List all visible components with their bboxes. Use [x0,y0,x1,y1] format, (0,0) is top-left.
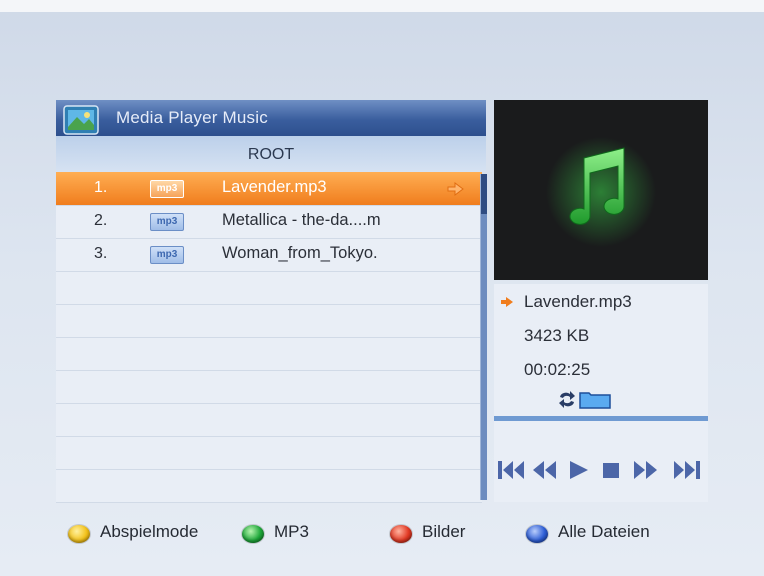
color-key-legend: Abspielmode MP3 Bilder Alle Dateien [56,510,708,554]
yellow-key-label: Abspielmode [100,522,199,541]
mp3-file-icon: mp3 [150,180,184,198]
current-path: ROOT [247,146,295,163]
blue-button-icon [526,525,548,543]
play-icon[interactable] [566,458,590,482]
info-divider [494,416,708,421]
empty-row [56,436,482,470]
path-bar: ROOT [56,136,486,172]
file-list: 1. mp3 Lavender.mp3 2. mp3 Metallica - t… [56,172,482,503]
preview-pane [494,100,708,280]
green-button-icon [242,525,264,543]
media-app-icon [63,105,99,135]
empty-row [56,469,482,503]
scrollbar-thumb[interactable] [481,174,487,214]
file-name: Lavender.mp3 [222,178,327,196]
mp3-file-icon: mp3 [150,246,184,264]
file-row[interactable]: 1. mp3 Lavender.mp3 [56,172,482,206]
file-number: 3. [94,245,108,262]
info-filesize: 3423 KB [524,326,590,345]
repeat-folder-icon [559,391,611,409]
top-band [0,0,764,12]
info-duration: 00:02:25 [524,360,591,379]
blue-key-label: Alle Dateien [558,522,650,541]
red-key-label: Bilder [422,522,466,541]
media-player-panel: Media Player Music ROOT 1. mp3 Lavender.… [56,100,708,543]
music-note-icon [546,137,656,247]
stop-icon[interactable] [600,458,622,482]
file-name: Woman_from_Tokyo. [222,244,378,262]
empty-row [56,403,482,437]
file-row[interactable]: 2. mp3 Metallica - the-da....m [56,205,482,239]
play-marker-icon [447,182,464,196]
info-filename: Lavender.mp3 [524,292,632,311]
file-info: Lavender.mp3 3423 KB 00:02:25 [494,284,708,422]
mp3-file-icon: mp3 [150,213,184,231]
window-header: Media Player Music [56,100,486,136]
green-key-label: MP3 [274,522,309,541]
file-row[interactable]: 3. mp3 Woman_from_Tokyo. [56,238,482,272]
empty-row [56,337,482,371]
file-number: 1. [94,179,108,196]
rewind-icon[interactable] [530,458,558,482]
empty-row [56,370,482,404]
empty-row [56,304,482,338]
empty-row [56,271,482,305]
skip-forward-icon[interactable] [672,458,702,482]
transport-controls [494,422,708,502]
yellow-button-icon [68,525,90,543]
red-button-icon [390,525,412,543]
fast-forward-icon[interactable] [632,458,660,482]
current-file-marker-icon [501,297,513,307]
skip-back-icon[interactable] [496,458,526,482]
list-scrollbar[interactable] [480,174,487,500]
window-title: Media Player Music [116,108,268,127]
file-number: 2. [94,212,108,229]
file-name: Metallica - the-da....m [222,211,381,229]
